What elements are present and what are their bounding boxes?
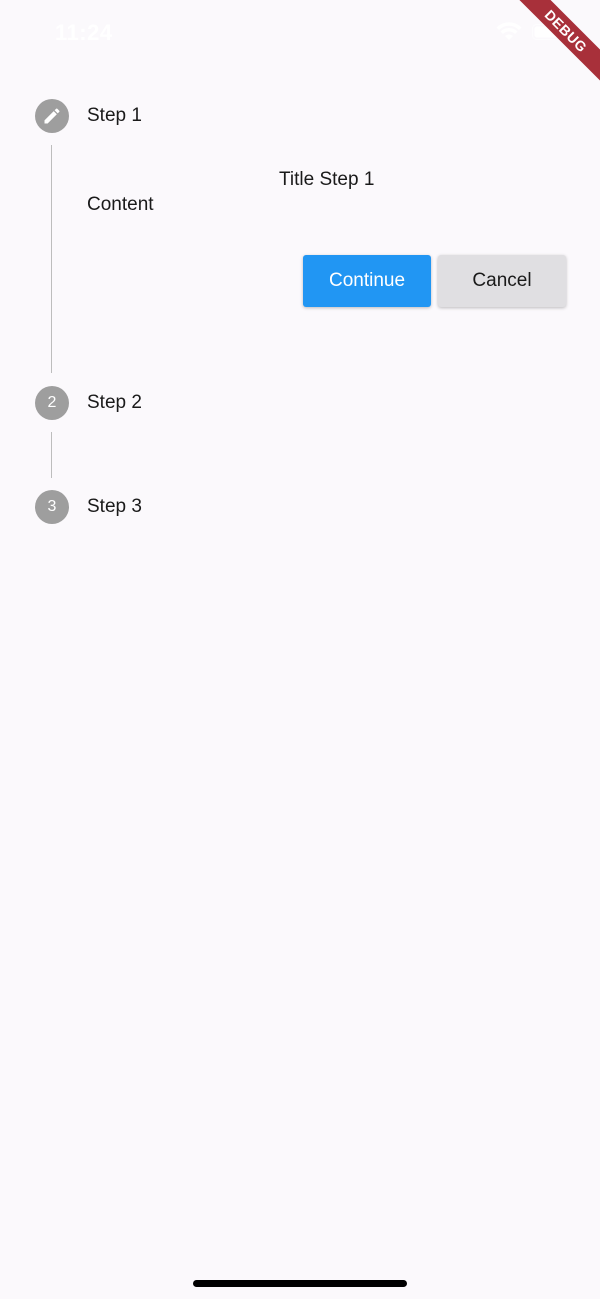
debug-banner: DEBUG: [510, 0, 600, 90]
home-indicator: [193, 1280, 407, 1287]
continue-button[interactable]: Continue: [303, 255, 431, 307]
pencil-icon: [44, 108, 60, 124]
step-1-circle[interactable]: [35, 99, 69, 133]
cancel-button[interactable]: Cancel: [438, 255, 566, 307]
step-2-circle[interactable]: 2: [35, 386, 69, 420]
step-connector-line: [51, 432, 52, 478]
debug-ribbon: DEBUG: [510, 0, 600, 89]
step-1-title[interactable]: Step 1: [87, 105, 142, 127]
step-connector-line: [51, 145, 52, 373]
step-2-title[interactable]: Step 2: [87, 392, 142, 414]
status-time: 11:24: [55, 20, 113, 45]
step-content-text: Content: [87, 194, 154, 215]
step-3-title[interactable]: Step 3: [87, 496, 142, 518]
step-content-title: Title Step 1: [279, 169, 375, 190]
step-3-circle[interactable]: 3: [35, 490, 69, 524]
